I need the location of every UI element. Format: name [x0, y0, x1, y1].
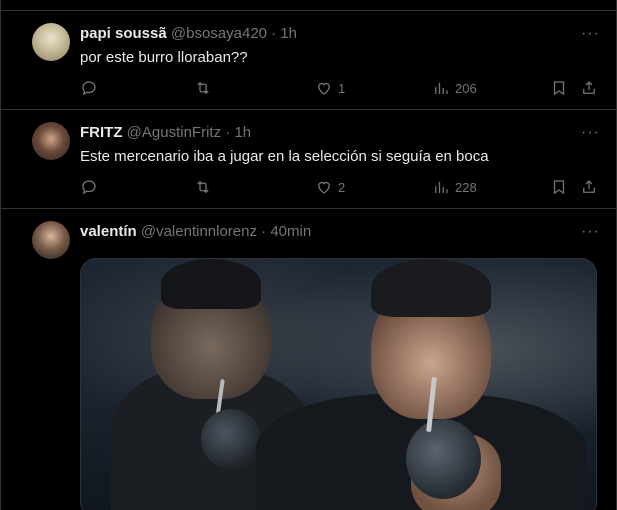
share-button[interactable] [580, 79, 598, 97]
like-count: 2 [338, 179, 346, 195]
bookmark-icon [553, 180, 565, 195]
tweet-text: Este mercenario iba a jugar en la selecc… [80, 148, 489, 165]
author-handle[interactable]: @valentinnlorenz [141, 223, 257, 240]
separator-dot: · [225, 124, 231, 141]
share-icon [583, 180, 595, 193]
more-options-icon[interactable]: ··· [581, 124, 600, 142]
tweet[interactable]: FRITZ @AgustinFritz · 1h ··· Este mercen… [1, 110, 617, 209]
heart-icon [318, 82, 330, 95]
view-count: 228 [455, 179, 477, 195]
views-button[interactable]: 206 [432, 79, 477, 97]
media-mate-right [406, 419, 481, 499]
author-name[interactable]: papi soussã [80, 25, 167, 42]
timestamp[interactable]: 40min [270, 223, 311, 240]
retweet-icon [197, 180, 209, 194]
share-button[interactable] [580, 178, 598, 196]
media-mate-left [201, 409, 261, 469]
retweet-icon [197, 81, 209, 95]
views-icon [435, 181, 448, 193]
timestamp[interactable]: 1h [280, 25, 297, 42]
avatar[interactable] [32, 23, 70, 61]
avatar[interactable] [32, 221, 70, 259]
media-cap-right [371, 259, 491, 317]
tweet-actions: 1 206 [80, 79, 600, 99]
like-button[interactable]: 1 [315, 79, 345, 97]
heart-icon [318, 181, 330, 194]
reply-button[interactable] [80, 178, 103, 196]
timeline-feed: papi soussã @bsosaya420 · 1h ··· por est… [0, 0, 617, 510]
tweet-header: FRITZ @AgustinFritz · 1h [80, 124, 251, 141]
reply-icon [82, 180, 96, 195]
bookmark-icon [553, 81, 565, 96]
views-button[interactable]: 228 [432, 178, 477, 196]
separator-dot: · [271, 25, 277, 42]
tweet[interactable]: papi soussã @bsosaya420 · 1h ··· por est… [1, 11, 617, 110]
views-icon [435, 82, 448, 94]
view-count: 206 [455, 80, 477, 96]
tweet-header: papi soussã @bsosaya420 · 1h [80, 25, 297, 42]
more-options-icon[interactable]: ··· [581, 223, 600, 241]
avatar[interactable] [32, 122, 70, 160]
bookmark-button[interactable] [550, 178, 568, 196]
reply-icon [82, 81, 96, 96]
bookmark-button[interactable] [550, 79, 568, 97]
tweet[interactable]: valentín @valentinnlorenz · 40min ··· [1, 209, 617, 510]
retweet-button[interactable] [194, 79, 217, 97]
tweet-media-image[interactable] [80, 258, 597, 510]
retweet-button[interactable] [194, 178, 217, 196]
tweet-text: por este burro lloraban?? [80, 49, 248, 66]
separator-dot: · [261, 223, 267, 240]
reply-button[interactable] [80, 79, 103, 97]
share-icon [583, 81, 595, 94]
tweet-header: valentín @valentinnlorenz · 40min [80, 223, 311, 240]
media-cap-left [161, 259, 261, 309]
like-button[interactable]: 2 [315, 178, 345, 196]
author-handle[interactable]: @AgustinFritz [127, 124, 221, 141]
author-name[interactable]: FRITZ [80, 124, 123, 141]
like-count: 1 [338, 80, 346, 96]
more-options-icon[interactable]: ··· [581, 25, 600, 43]
author-name[interactable]: valentín [80, 223, 137, 240]
author-handle[interactable]: @bsosaya420 [171, 25, 267, 42]
timestamp[interactable]: 1h [234, 124, 251, 141]
tweet-actions: 2 228 [80, 178, 600, 198]
